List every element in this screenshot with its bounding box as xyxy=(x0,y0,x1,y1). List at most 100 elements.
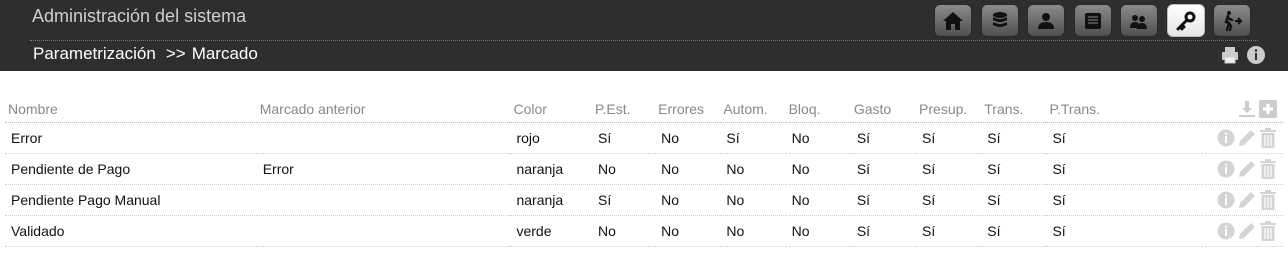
app-header: Administración del sistema Parametrizaci… xyxy=(0,0,1288,71)
table-row[interactable]: Pendiente Pago Manual naranja Sí No No N… xyxy=(5,184,1283,216)
key-icon xyxy=(1176,11,1195,30)
info-icon xyxy=(1217,160,1235,178)
edit-icon xyxy=(1239,192,1255,208)
cell-bloq: No xyxy=(785,153,851,185)
cell-nombre: Pendiente de Pago xyxy=(5,153,257,185)
cell-p-est: Sí xyxy=(591,184,656,216)
key-button[interactable] xyxy=(1166,4,1205,37)
user-button[interactable] xyxy=(1027,4,1065,37)
book-icon xyxy=(1084,12,1101,29)
cell-trans: Sí xyxy=(981,184,1047,216)
edit-icon xyxy=(1239,130,1255,146)
cell-errores: No xyxy=(655,184,721,216)
cell-p-trans: Sí xyxy=(1046,122,1203,154)
cell-marcado-anterior xyxy=(256,215,511,247)
edit-button[interactable] xyxy=(1238,190,1256,210)
edit-button[interactable] xyxy=(1238,221,1256,241)
table-row[interactable]: Pendiente de Pago Error naranja No No No… xyxy=(5,153,1283,185)
col-errores[interactable]: Errores xyxy=(655,95,721,123)
print-icon xyxy=(1222,47,1238,64)
users-button[interactable] xyxy=(1120,4,1158,37)
delete-button[interactable] xyxy=(1259,128,1277,148)
col-presup[interactable]: Presup. xyxy=(916,95,982,123)
col-autom[interactable]: Autom. xyxy=(720,95,786,123)
cell-marcado-anterior xyxy=(256,184,511,216)
add-icon xyxy=(1259,99,1277,118)
cell-trans: Sí xyxy=(981,215,1047,247)
user-icon xyxy=(1038,12,1054,29)
cell-autom: No xyxy=(720,153,786,185)
breadcrumb: Parametrización >> Marcado xyxy=(33,44,258,64)
col-color[interactable]: Color xyxy=(510,95,592,123)
col-p-est[interactable]: P.Est. xyxy=(591,95,656,123)
cell-trans: Sí xyxy=(981,122,1047,154)
home-icon xyxy=(943,11,963,30)
cell-p-est: No xyxy=(591,153,656,185)
delete-button[interactable] xyxy=(1259,159,1277,179)
info-icon xyxy=(1217,129,1235,147)
col-nombre[interactable]: Nombre xyxy=(5,95,257,123)
table-row[interactable]: Validado verde No No No No Sí Sí Sí Sí xyxy=(5,215,1283,247)
cell-gasto: Sí xyxy=(850,215,917,247)
header-divider xyxy=(30,40,1258,41)
col-trans[interactable]: Trans. xyxy=(981,95,1047,123)
row-actions xyxy=(1202,215,1283,247)
add-button[interactable] xyxy=(1259,99,1277,119)
cell-errores: No xyxy=(655,215,721,247)
cell-bloq: No xyxy=(785,215,851,247)
page-tools xyxy=(1220,45,1266,65)
col-bloq[interactable]: Bloq. xyxy=(785,95,851,123)
delete-icon xyxy=(1260,128,1276,148)
info-button[interactable] xyxy=(1217,190,1235,210)
delete-icon xyxy=(1260,221,1276,241)
cell-p-est: Sí xyxy=(591,122,656,154)
info-icon xyxy=(1217,191,1235,209)
cell-p-trans: Sí xyxy=(1046,215,1203,247)
table-row[interactable]: Error rojo Sí No Sí No Sí Sí Sí Sí xyxy=(5,122,1283,154)
info-button[interactable] xyxy=(1246,45,1266,65)
cell-p-est: No xyxy=(591,215,656,247)
col-p-trans[interactable]: P.Trans. xyxy=(1046,95,1203,123)
cell-color: naranja xyxy=(510,184,592,216)
users-icon xyxy=(1130,14,1147,29)
database-button[interactable] xyxy=(980,4,1019,37)
download-button[interactable] xyxy=(1238,99,1256,119)
delete-icon xyxy=(1260,190,1276,210)
info-button[interactable] xyxy=(1217,221,1235,241)
delete-button[interactable] xyxy=(1259,221,1277,241)
info-button[interactable] xyxy=(1217,159,1235,179)
cell-autom: No xyxy=(720,215,786,247)
edit-icon xyxy=(1239,161,1255,177)
delete-button[interactable] xyxy=(1259,190,1277,210)
breadcrumb-current: Marcado xyxy=(191,44,258,63)
info-icon xyxy=(1217,222,1235,240)
cell-nombre: Validado xyxy=(5,215,257,247)
breadcrumb-section[interactable]: Parametrización xyxy=(33,44,156,63)
edit-button[interactable] xyxy=(1238,159,1256,179)
table-header-row: Nombre Marcado anterior Color P.Est. Err… xyxy=(5,95,1283,123)
cell-errores: No xyxy=(655,153,721,185)
home-button[interactable] xyxy=(934,4,972,37)
breadcrumb-separator: >> xyxy=(165,44,186,63)
cell-bloq: No xyxy=(785,184,851,216)
edit-button[interactable] xyxy=(1238,128,1256,148)
col-marcado-anterior[interactable]: Marcado anterior xyxy=(256,95,511,123)
database-icon xyxy=(992,11,1007,27)
exit-button[interactable] xyxy=(1213,4,1251,37)
cell-presup: Sí xyxy=(916,184,982,216)
col-gasto[interactable]: Gasto xyxy=(850,95,917,123)
app-title: Administración del sistema xyxy=(32,6,247,26)
print-button[interactable] xyxy=(1220,45,1240,65)
cell-marcado-anterior xyxy=(256,122,511,154)
cell-nombre: Pendiente Pago Manual xyxy=(5,184,257,216)
cell-gasto: Sí xyxy=(850,184,917,216)
cell-presup: Sí xyxy=(916,153,982,185)
cell-marcado-anterior: Error xyxy=(256,153,511,185)
info-button[interactable] xyxy=(1217,128,1235,148)
exit-icon xyxy=(1224,10,1243,31)
cell-gasto: Sí xyxy=(850,153,917,185)
cell-autom: Sí xyxy=(720,122,786,154)
info-icon xyxy=(1247,46,1265,64)
row-actions xyxy=(1202,122,1283,154)
book-button[interactable] xyxy=(1073,4,1112,37)
